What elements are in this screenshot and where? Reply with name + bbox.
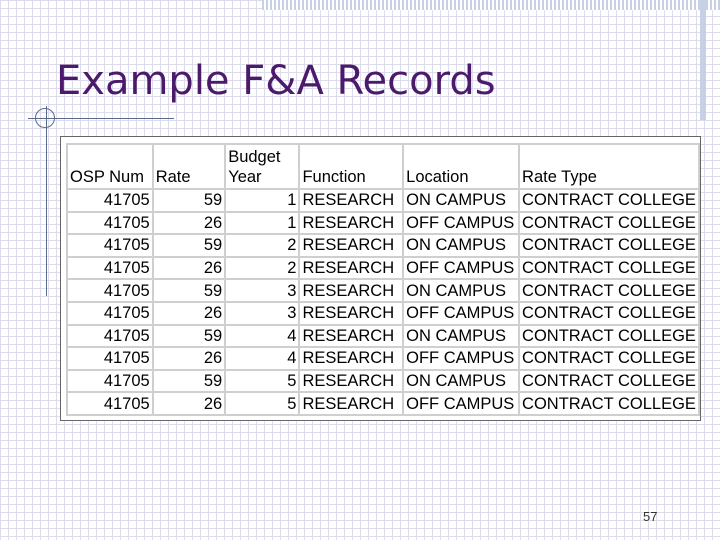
cell-function: RESEARCH	[300, 257, 405, 281]
table-row: 41705 26 2 RESEARCH OFF CAMPUS CONTRACT …	[68, 257, 700, 281]
cell-budget-year: 4	[226, 348, 301, 371]
cell-rate: 26	[153, 257, 227, 281]
cell-rate-type: CONTRACT COLLEGE	[520, 325, 700, 349]
cell-rate: 26	[153, 302, 227, 326]
cell-osp-num: 41705	[68, 190, 154, 213]
table-row: 41705 26 5 RESEARCH OFF CAMPUS CONTRACT …	[68, 393, 700, 416]
table-row: 41705 59 5 RESEARCH ON CAMPUS CONTRACT C…	[68, 370, 700, 394]
table-header-row: OSP Num Rate Budget Year Function Locati…	[68, 145, 700, 190]
cell-function: RESEARCH	[300, 348, 405, 371]
cell-osp-num: 41705	[68, 235, 154, 258]
cell-rate: 26	[153, 348, 227, 371]
cell-osp-num: 41705	[68, 257, 154, 281]
cell-budget-year: 3	[226, 302, 301, 326]
cell-location: OFF CAMPUS	[404, 302, 521, 326]
cell-rate-type: CONTRACT COLLEGE	[520, 348, 700, 371]
cell-rate-type: CONTRACT COLLEGE	[520, 212, 700, 236]
left-accent-line	[46, 106, 47, 296]
cell-rate: 26	[153, 393, 227, 416]
cell-function: RESEARCH	[300, 302, 405, 326]
column-header-rate: Rate	[153, 145, 227, 190]
cell-function: RESEARCH	[300, 190, 405, 213]
cell-rate: 59	[153, 235, 227, 258]
cell-budget-year: 2	[226, 257, 301, 281]
cell-function: RESEARCH	[300, 393, 405, 416]
cell-budget-year: 4	[226, 325, 301, 349]
cell-osp-num: 41705	[68, 393, 154, 416]
cell-rate-type: CONTRACT COLLEGE	[520, 393, 700, 416]
cell-location: OFF CAMPUS	[404, 348, 521, 371]
cell-location: OFF CAMPUS	[404, 212, 521, 236]
table-row: 41705 59 1 RESEARCH ON CAMPUS CONTRACT C…	[68, 190, 700, 213]
cell-location: ON CAMPUS	[404, 325, 521, 349]
cell-budget-year: 1	[226, 212, 301, 236]
cell-rate: 26	[153, 212, 227, 236]
cell-function: RESEARCH	[300, 235, 405, 258]
cell-osp-num: 41705	[68, 325, 154, 349]
cell-rate-type: CONTRACT COLLEGE	[520, 257, 700, 281]
right-decorative-bar	[700, 0, 706, 120]
top-decorative-bar	[262, 0, 720, 10]
column-header-osp-num: OSP Num	[68, 145, 154, 190]
cell-rate-type: CONTRACT COLLEGE	[520, 190, 700, 213]
cell-osp-num: 41705	[68, 212, 154, 236]
cell-budget-year: 5	[226, 370, 301, 394]
cell-budget-year: 1	[226, 190, 301, 213]
cell-rate: 59	[153, 325, 227, 349]
column-header-function: Function	[300, 145, 405, 190]
cell-osp-num: 41705	[68, 302, 154, 326]
cell-osp-num: 41705	[68, 280, 154, 303]
column-header-rate-type: Rate Type	[520, 145, 700, 190]
column-header-location: Location	[404, 145, 521, 190]
cell-budget-year: 2	[226, 235, 301, 258]
cell-location: ON CAMPUS	[404, 370, 521, 394]
cell-budget-year: 5	[226, 393, 301, 416]
table-row: 41705 59 4 RESEARCH ON CAMPUS CONTRACT C…	[68, 325, 700, 349]
cell-rate-type: CONTRACT COLLEGE	[520, 235, 700, 258]
cell-location: OFF CAMPUS	[404, 393, 521, 416]
table-frame: OSP Num Rate Budget Year Function Locati…	[60, 136, 701, 421]
table-row: 41705 59 3 RESEARCH ON CAMPUS CONTRACT C…	[68, 280, 700, 303]
records-table: OSP Num Rate Budget Year Function Locati…	[66, 143, 700, 416]
cell-rate-type: CONTRACT COLLEGE	[520, 370, 700, 394]
table-row: 41705 26 1 RESEARCH OFF CAMPUS CONTRACT …	[68, 212, 700, 236]
slide-title: Example F&A Records	[56, 58, 496, 104]
cell-function: RESEARCH	[300, 212, 405, 236]
table-row: 41705 59 2 RESEARCH ON CAMPUS CONTRACT C…	[68, 235, 700, 258]
cell-location: ON CAMPUS	[404, 190, 521, 213]
cell-rate-type: CONTRACT COLLEGE	[520, 280, 700, 303]
cell-location: OFF CAMPUS	[404, 257, 521, 281]
cell-rate: 59	[153, 280, 227, 303]
page-number: 57	[643, 509, 658, 524]
cell-function: RESEARCH	[300, 280, 405, 303]
cell-budget-year: 3	[226, 280, 301, 303]
cell-function: RESEARCH	[300, 325, 405, 349]
cell-rate: 59	[153, 190, 227, 213]
cell-osp-num: 41705	[68, 348, 154, 371]
table-row: 41705 26 4 RESEARCH OFF CAMPUS CONTRACT …	[68, 348, 700, 371]
cell-rate-type: CONTRACT COLLEGE	[520, 302, 700, 326]
cell-location: ON CAMPUS	[404, 280, 521, 303]
cell-function: RESEARCH	[300, 370, 405, 394]
crosshair-circle-icon	[35, 108, 55, 128]
column-header-budget-year: Budget Year	[226, 145, 301, 190]
cell-osp-num: 41705	[68, 370, 154, 394]
cell-rate: 59	[153, 370, 227, 394]
cell-location: ON CAMPUS	[404, 235, 521, 258]
table-row: 41705 26 3 RESEARCH OFF CAMPUS CONTRACT …	[68, 302, 700, 326]
